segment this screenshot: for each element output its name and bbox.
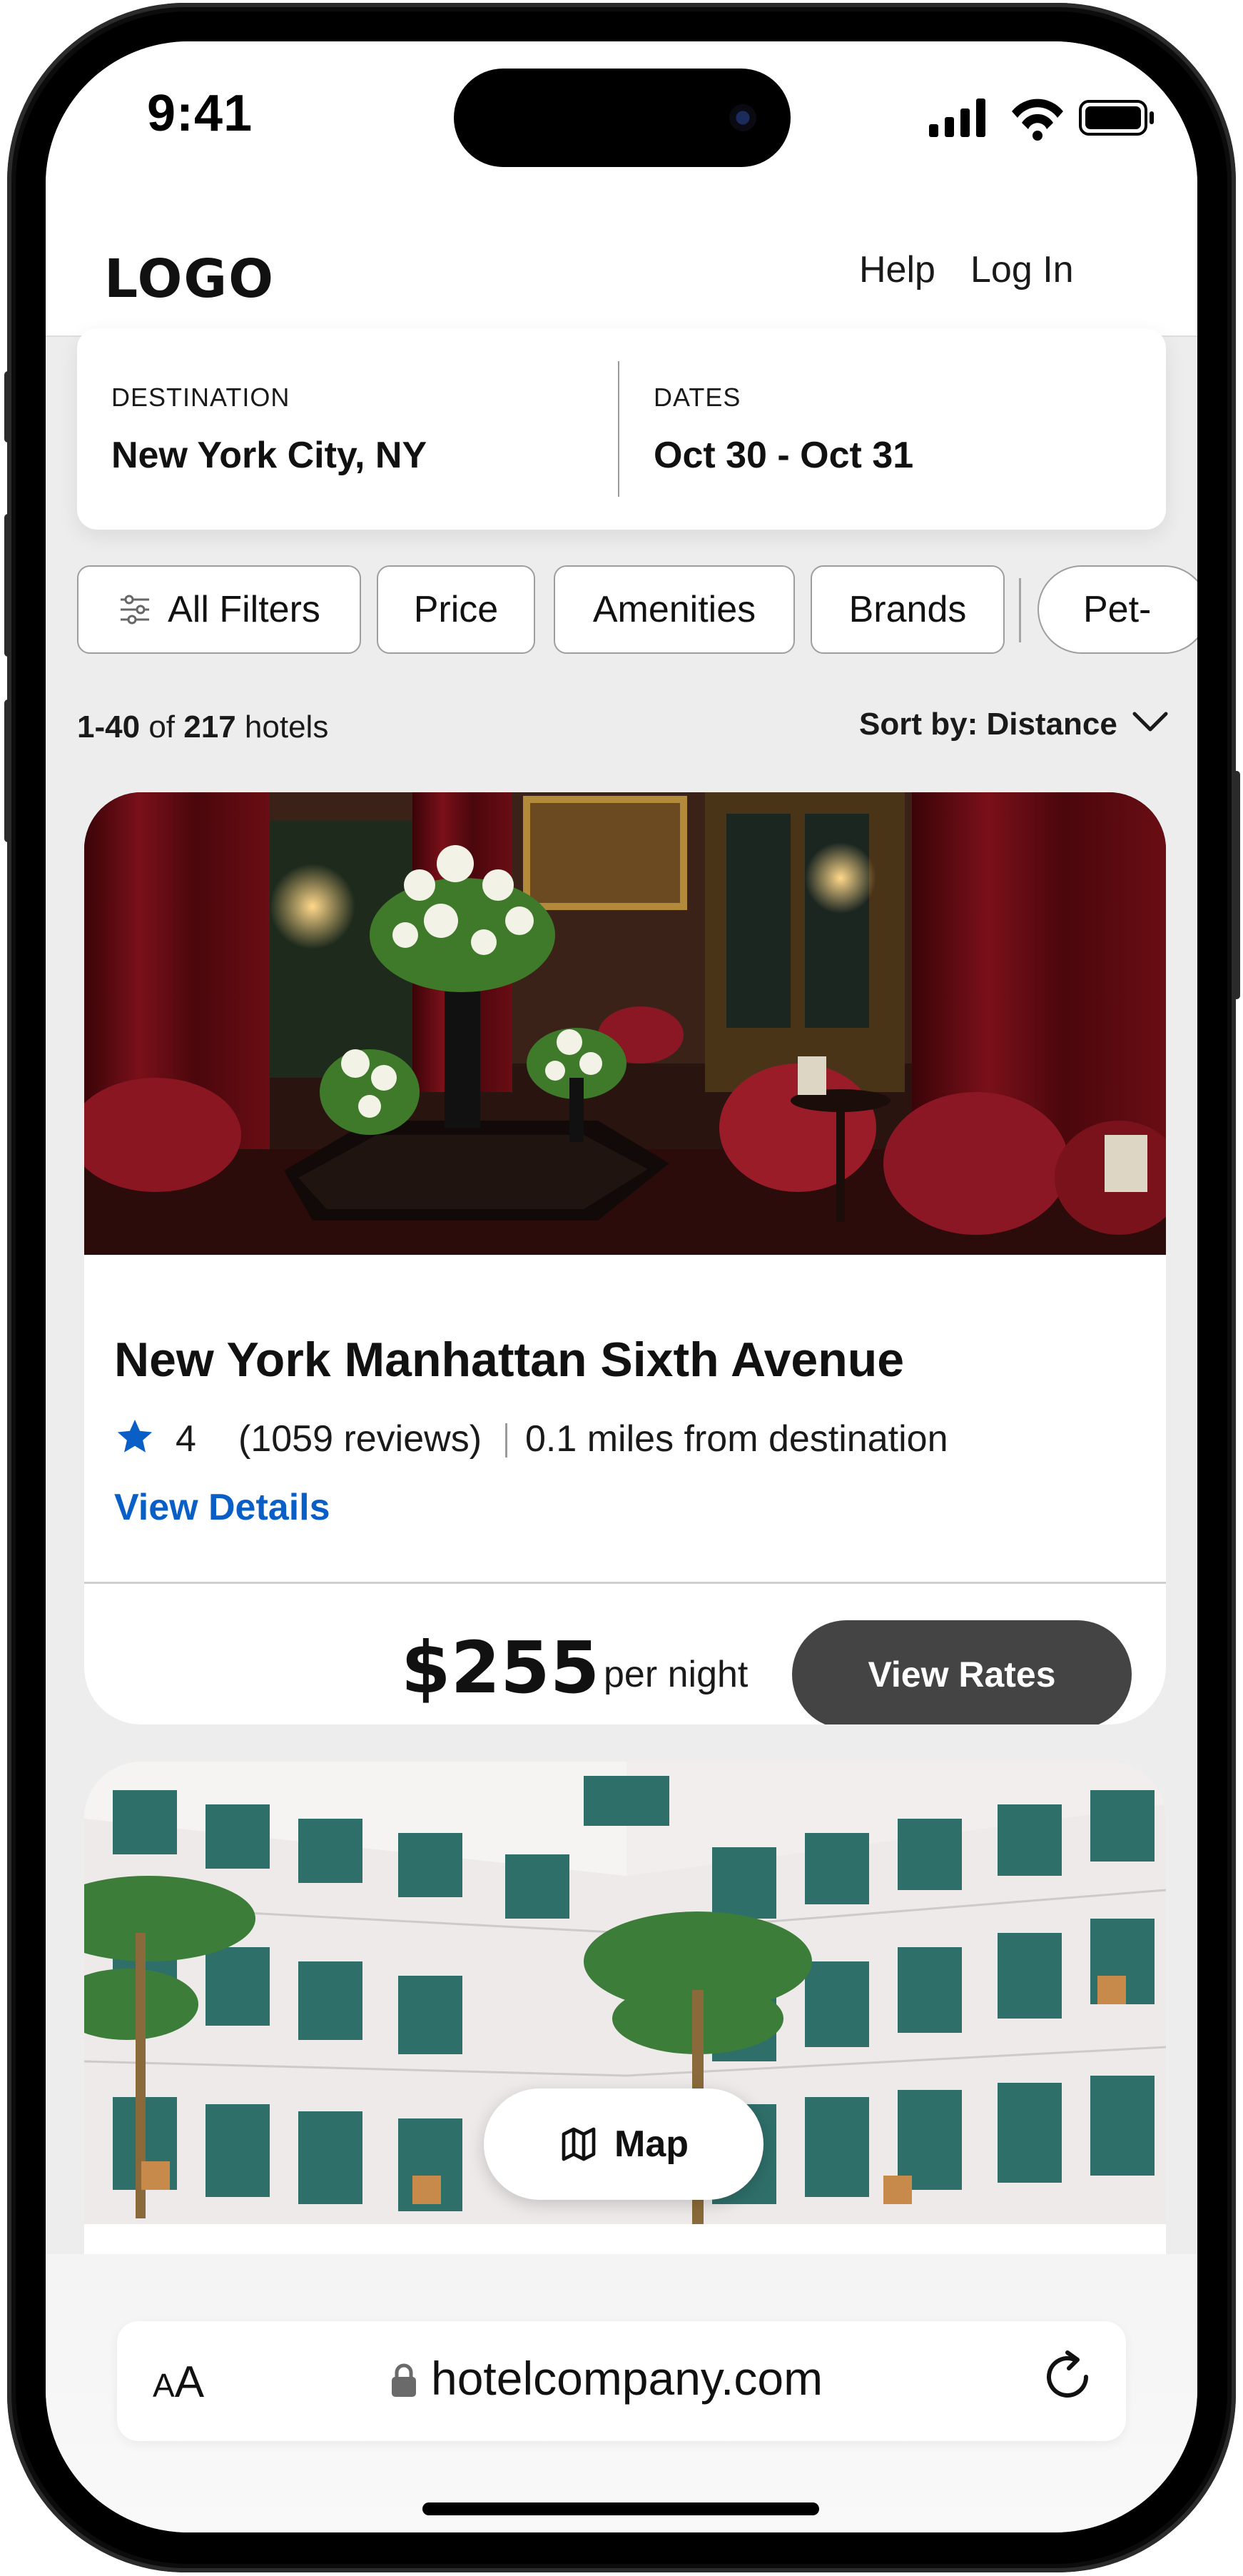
review-count: (1059 reviews) — [238, 1418, 482, 1460]
amenities-filter-button[interactable]: Amenities — [554, 565, 795, 654]
hotel-lobby-image[interactable] — [84, 792, 1166, 1255]
results-range: 1-40 — [77, 709, 141, 744]
price-unit: per night — [604, 1654, 749, 1695]
results-count: 1-40 of 217 hotels — [77, 709, 328, 745]
action-button — [4, 371, 11, 443]
hotel-name[interactable]: New York Manhattan Sixth Avenue — [114, 1332, 904, 1388]
hotel-price: $255 — [401, 1626, 600, 1709]
card-divider — [84, 1582, 1166, 1584]
hotel-distance: 0.1 miles from destination — [525, 1418, 948, 1460]
login-link[interactable]: Log In — [970, 248, 1074, 291]
all-filters-label: All Filters — [168, 589, 320, 630]
lock-icon — [392, 2363, 416, 2397]
camera-icon — [729, 104, 756, 131]
phone-screen: 9:41 LOGO Help Log In DESTINATION New Yo… — [46, 41, 1197, 2532]
logo[interactable]: LOGO — [104, 248, 275, 310]
view-details-link[interactable]: View Details — [114, 1486, 330, 1529]
results-unit: hotels — [244, 709, 329, 744]
home-indicator[interactable] — [422, 2502, 819, 2515]
dates-field[interactable]: DATES Oct 30 - Oct 31 — [619, 328, 1166, 530]
destination-label: DESTINATION — [111, 383, 290, 412]
price-filter-button[interactable]: Price — [377, 565, 535, 654]
destination-field[interactable]: DESTINATION New York City, NY — [77, 328, 618, 530]
status-time: 9:41 — [147, 85, 253, 142]
sliders-icon — [121, 595, 150, 625]
dynamic-island — [454, 69, 791, 167]
results-of: of — [148, 709, 176, 744]
destination-value: New York City, NY — [111, 435, 427, 476]
map-icon — [562, 2127, 596, 2161]
search-card: DESTINATION New York City, NY DATES Oct … — [77, 328, 1166, 530]
rating-divider — [505, 1423, 507, 1458]
status-bar: 9:41 — [46, 41, 1197, 198]
chip-divider — [1019, 578, 1021, 642]
power-button — [1233, 771, 1240, 999]
view-rates-button[interactable]: View Rates — [792, 1620, 1132, 1724]
volume-down-button — [4, 699, 11, 842]
star-icon — [117, 1419, 153, 1453]
help-link[interactable]: Help — [859, 248, 935, 291]
text-size-button[interactable]: AA — [153, 2357, 204, 2408]
url-text[interactable]: hotelcompany.com — [431, 2351, 823, 2405]
all-filters-button[interactable]: All Filters — [77, 565, 361, 654]
pet-friendly-filter-button[interactable]: Pet- — [1037, 565, 1197, 654]
chevron-down-icon[interactable] — [1129, 701, 1172, 744]
dates-label: DATES — [654, 383, 741, 412]
brands-filter-button[interactable]: Brands — [811, 565, 1005, 654]
map-button-label: Map — [614, 2123, 689, 2165]
filter-chips: All Filters Price Amenities Brands Pet- — [77, 565, 1197, 654]
status-icons — [929, 99, 1154, 141]
wifi-icon — [1012, 99, 1063, 141]
site-header: LOGO Help Log In — [46, 198, 1197, 337]
hotel-card[interactable]: New York Manhattan Sixth Avenue 4 (1059 … — [84, 792, 1166, 1724]
reload-icon[interactable] — [1042, 2348, 1099, 2408]
rating-value: 4 — [176, 1418, 196, 1460]
volume-up-button — [4, 514, 11, 657]
sort-dropdown[interactable]: Sort by: Distance — [859, 707, 1117, 742]
battery-icon — [1079, 100, 1154, 136]
results-total: 217 — [183, 709, 236, 744]
dates-value: Oct 30 - Oct 31 — [654, 435, 914, 476]
signal-icon — [929, 99, 985, 137]
map-button[interactable]: Map — [484, 2088, 763, 2200]
